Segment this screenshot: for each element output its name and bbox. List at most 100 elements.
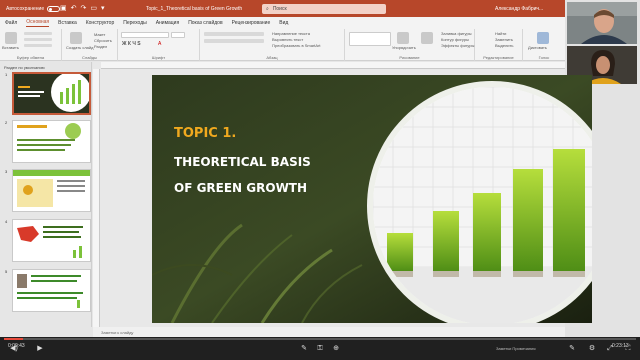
text-direction-button[interactable]: Направление текста [272, 31, 310, 36]
slides-group: Создать слайд Макет Сбросить Раздел Слай… [62, 29, 118, 61]
redo-icon[interactable]: ↷ [81, 4, 87, 12]
search-input[interactable]: Поиск [273, 6, 287, 12]
autosave-toggle[interactable]: Автосохранение [6, 6, 61, 12]
play-icon[interactable]: ▶ [36, 345, 44, 353]
paragraph-group: Направление текста Выровнять текст Преоб… [200, 29, 345, 61]
group-label-paragraph: Абзац [266, 55, 278, 60]
slide-3-preview [13, 170, 90, 211]
tab-home[interactable]: Основная [26, 19, 50, 27]
expand-icon[interactable]: ⤢ [606, 345, 614, 353]
tab-review[interactable]: Рецензирование [232, 20, 271, 26]
search-icon: ⌕ [266, 6, 269, 12]
notes-placeholder[interactable]: Заметки к слайду [101, 330, 133, 335]
search-box[interactable]: ⌕ Поиск [262, 4, 386, 14]
slide-thumbnail-3[interactable] [12, 169, 91, 212]
group-label-slides: Слайды [82, 55, 97, 60]
slide-5-preview [13, 270, 90, 311]
arrange-label[interactable]: Упорядочить [392, 45, 416, 50]
group-label-editing: Редактирование [483, 55, 514, 60]
font-group: Ж К Ч S A Шрифт [118, 29, 200, 61]
lock-icon[interactable]: ⚿ [316, 345, 324, 353]
outline-button[interactable]: Контур фигуры [441, 37, 469, 42]
slide-title-line2[interactable]: OF GREEN GROWTH [174, 181, 307, 195]
new-slide-icon[interactable] [70, 32, 82, 44]
vertical-ruler [93, 69, 100, 327]
group-label-font: Шрифт [151, 55, 166, 60]
shapes-gallery[interactable] [349, 32, 391, 46]
group-label-clipboard: Буфер обмена [16, 55, 45, 60]
dictate-label[interactable]: Диктовать [528, 45, 547, 50]
current-slide[interactable]: TOPIC 1. THEORETICAL BASIS OF GREEN GROW… [152, 75, 592, 323]
font-family-select[interactable] [121, 32, 169, 38]
copy-button[interactable] [24, 38, 52, 41]
format-painter-button[interactable] [24, 44, 52, 47]
slide-number: 4 [5, 219, 8, 224]
font-size-select[interactable] [171, 32, 185, 38]
powerpoint-window: Автосохранение ▣ ↶ ↷ ▭ ▾ Topic_1_Theoret… [0, 0, 640, 360]
customize-icon[interactable]: ▾ [101, 4, 105, 12]
autosave-label: Автосохранение [6, 6, 45, 12]
tab-design[interactable]: Конструктор [86, 20, 115, 26]
status-right[interactable]: Заметки Примечания [496, 346, 536, 351]
align-text-button[interactable]: Выровнять текст [272, 37, 303, 42]
present-icon[interactable]: ▭ [90, 4, 97, 12]
paste-icon[interactable] [5, 32, 17, 44]
smartart-button[interactable]: Преобразовать в SmartArt [272, 43, 321, 48]
slide-thumbnail-1[interactable] [12, 72, 91, 115]
save-icon[interactable]: ▣ [60, 4, 67, 12]
title-bar: Автосохранение ▣ ↶ ↷ ▭ ▾ Topic_1_Theoret… [0, 0, 565, 17]
font-color-button[interactable]: A [158, 41, 161, 47]
pen-icon[interactable]: ✎ [568, 345, 576, 353]
user-name[interactable]: Александр Фабрич... [495, 6, 543, 12]
new-slide-label[interactable]: Создать слайд [66, 45, 93, 50]
notes-pane[interactable]: Заметки к слайду [93, 327, 565, 337]
editing-group: Найти Заменить Выделить Редактирование [475, 29, 523, 61]
fullscreen-icon[interactable]: ⛶ [624, 345, 632, 353]
slide-thumbnail-2[interactable] [12, 120, 91, 163]
undo-icon[interactable]: ↶ [71, 4, 77, 12]
reset-button[interactable]: Сбросить [94, 38, 112, 43]
tab-transitions[interactable]: Переходы [123, 20, 146, 26]
cut-button[interactable] [24, 32, 52, 35]
group-label-drawing: Рисование [399, 55, 420, 60]
align-buttons[interactable] [204, 39, 264, 43]
tab-view[interactable]: Вид [279, 20, 288, 26]
slide-number: 2 [5, 120, 8, 125]
slide-thumbnail-5[interactable] [12, 269, 91, 312]
ribbon: Вставить Буфер обмена Создать слайд Маке… [0, 29, 565, 61]
progress-fill [4, 338, 23, 340]
toggle-icon[interactable] [47, 6, 61, 12]
volume-icon[interactable]: ◀) [10, 345, 18, 353]
slide-1-preview [14, 74, 89, 113]
quick-styles-icon[interactable] [421, 32, 433, 44]
tab-file[interactable]: Файл [5, 20, 17, 26]
quick-access-toolbar: ▣ ↶ ↷ ▭ ▾ [60, 4, 105, 12]
paste-label[interactable]: Вставить [2, 45, 19, 50]
layout-button[interactable]: Макет [94, 32, 105, 37]
replace-button[interactable]: Заменить [495, 37, 513, 42]
slide-title-line1[interactable]: THEORETICAL BASIS [174, 155, 311, 169]
zoom-icon[interactable]: ⊕ [332, 345, 340, 353]
slide-topic-label[interactable]: TOPIC 1. [174, 126, 236, 141]
bold-button[interactable]: Ж К Ч S [122, 41, 141, 47]
clipboard-group: Вставить Буфер обмена [0, 29, 62, 61]
list-buttons[interactable] [204, 32, 264, 36]
progress-track[interactable] [4, 338, 636, 340]
section-header[interactable]: Раздел по умолчанию [4, 65, 45, 70]
tab-animations[interactable]: Анимация [156, 20, 179, 26]
slide-number: 5 [5, 269, 8, 274]
settings-icon[interactable]: ⚙ [588, 345, 596, 353]
tab-slideshow[interactable]: Показ слайдов [188, 20, 222, 26]
microphone-icon[interactable] [537, 32, 549, 44]
draw-icon[interactable]: ✎ [300, 345, 308, 353]
section-button[interactable]: Раздел [94, 44, 107, 49]
select-button[interactable]: Выделить [495, 43, 513, 48]
horizontal-ruler [101, 62, 565, 69]
tab-insert[interactable]: Вставка [58, 20, 77, 26]
slide-thumbnail-4[interactable] [12, 219, 91, 262]
presenter-video-icon [567, 2, 637, 44]
arrange-icon[interactable] [397, 32, 409, 44]
fill-button[interactable]: Заливка фигуры [441, 31, 472, 36]
effects-button[interactable]: Эффекты фигуры [441, 43, 474, 48]
find-button[interactable]: Найти [495, 31, 506, 36]
